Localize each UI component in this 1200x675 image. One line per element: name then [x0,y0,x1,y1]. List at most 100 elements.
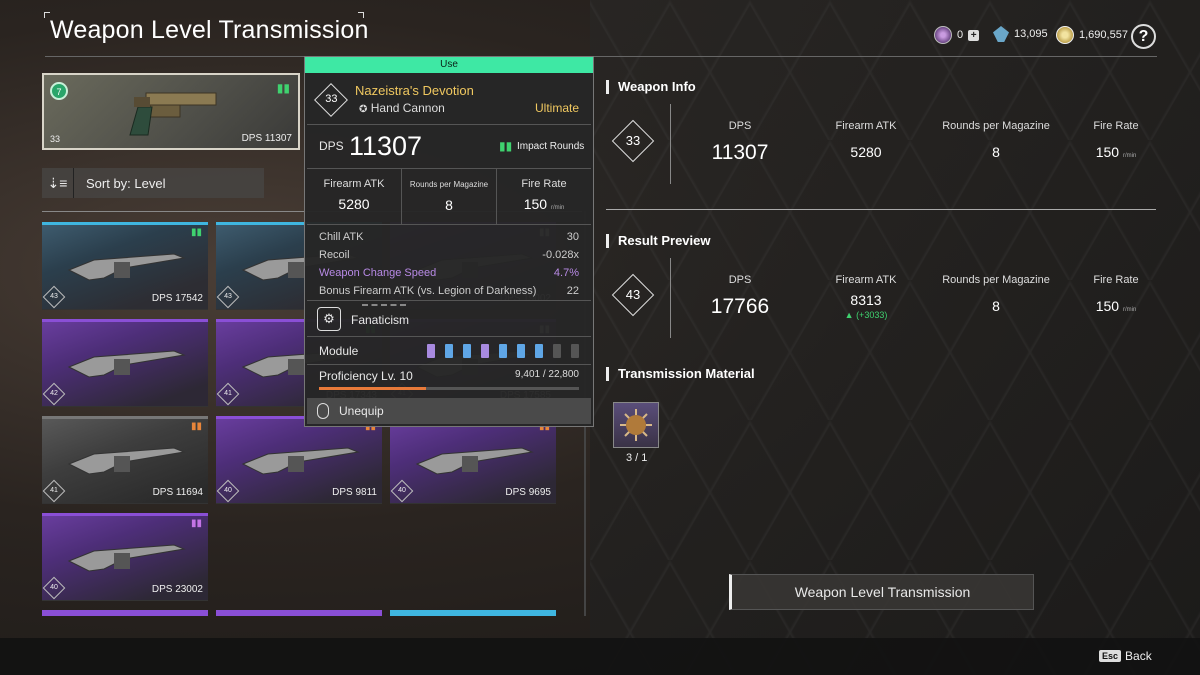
rarity-bar [42,416,208,419]
level-badge: 43 [216,285,240,309]
module-row: Module [307,336,591,364]
result-dps: DPS 17766 [680,274,800,319]
module-slot-icon [481,343,489,358]
sub-stat-value: 22 [566,285,579,297]
card-level: 43 [224,293,232,300]
weapon-level-transmission-button[interactable]: Weapon Level Transmission [729,574,1034,610]
weapon-card[interactable]: ▮▮ 40 DPS 23002 [42,513,208,601]
rarity-bar [42,319,208,322]
rarity-bar [42,222,208,225]
weapon-rarity: Ultimate [534,101,579,115]
sort-label: Sort by: Level [86,175,166,191]
weapon-card-partial[interactable] [216,610,382,616]
proficiency-bar [319,387,579,390]
selected-weapon-card[interactable]: 7 ▮▮ 33 DPS 11307 [42,73,300,150]
weapon-icon [67,447,186,475]
weapon-card[interactable]: ▮▮ 41 DPS 11694 [42,416,208,504]
trait-name: Fanaticism [351,313,410,327]
unequip-label: Unequip [339,404,384,418]
green-ammo-icon: ▮▮ [190,227,202,238]
info-firearm-atk: Firearm ATK 5280 [806,120,926,160]
weapon-info-panel: 33 DPS 11307 Firearm ATK 5280 Rounds per… [606,104,1156,194]
module-slots [417,343,579,358]
info-value: 5280 [850,144,882,160]
weapon-tooltip: Use 33 Nazeistra's Devotion ✪ Hand Canno… [304,56,594,427]
transmission-material-title: Transmission Material [606,367,755,381]
result-preview-title: Result Preview [606,234,711,248]
purple-ammo-icon: ▮▮ [190,518,202,529]
add-icon[interactable]: + [968,29,980,41]
gold-coin-icon [1056,26,1074,44]
ammo-type-label: Impact Rounds [517,141,585,152]
info-value: 11307 [711,141,769,164]
module-slot-icon [535,343,543,358]
weapon-dps: DPS 11307 [242,133,292,144]
info-label: Firearm ATK [835,274,897,286]
weapon-card[interactable]: ▮▮40DPS 9811 [216,416,382,504]
info-label: DPS [728,274,752,286]
purple-token-icon [934,26,952,44]
stat-unit: r/min [550,205,565,211]
level-badge: 42 [42,382,66,406]
fanaticism-icon: ⚙ [317,307,341,331]
hand-cannon-icon [129,92,217,136]
card-dps-value: 23002 [175,584,203,595]
card-dps-value: 17542 [175,293,203,304]
weapon-icon [241,447,360,475]
sub-stats: Chill ATK 30 Recoil -0.028x Weapon Change … [307,225,591,300]
back-button[interactable]: Esc Back [1099,649,1152,663]
result-rounds: Rounds per Magazine 8 [936,274,1056,314]
info-value: 150 [1095,298,1120,314]
back-label: Back [1125,649,1152,663]
card-dps: DPS 9695 [505,487,551,498]
info-rounds: Rounds per Magazine 8 [936,120,1056,160]
card-level: 42 [50,390,58,397]
rarity-bar [42,513,208,516]
stat-value: 8 [445,197,453,213]
module-slot-icon [463,343,471,358]
currency-value: 0 [957,29,964,41]
card-dps: DPS 23002 [151,584,203,595]
module-slot-icon [445,343,453,358]
info-fire-rate: Fire Rate 150 r/min [1056,120,1176,160]
stat-rounds: Rounds per Magazine 8 [402,169,497,224]
trait-row: ⚙ Fanaticism [307,300,591,336]
weapon-card-partial[interactable] [390,610,556,616]
sub-stat-row: Bonus Firearm ATK (vs. Legion of Darknes… [307,282,591,300]
weapon-icon [415,447,534,475]
dps-value: 11307 [349,131,423,161]
help-button[interactable]: ? [1131,24,1156,49]
info-unit: r/min [1122,307,1137,313]
material-slot[interactable] [613,402,659,448]
info-value: 17766 [710,295,770,318]
proficiency-label: Proficiency Lv. 10 [319,369,413,383]
level-diamond: 43 [611,273,655,317]
currency-value: 1,690,557 [1079,29,1128,41]
use-button[interactable]: Use [305,57,593,73]
proficiency-value: 9,401 / 22,800 [515,369,579,380]
tooltip-header: 33 Nazeistra's Devotion ✪ Hand Cannon Ul… [307,75,591,125]
weapon-card[interactable]: 42 [42,319,208,407]
info-label: DPS [728,120,752,132]
vertical-divider [670,258,671,338]
dps-label: DPS [241,133,263,144]
sub-stat-label: Recoil [319,249,350,261]
spiked-orb-icon [620,409,652,441]
weapon-card-partial[interactable] [42,610,208,616]
sub-stat-value: 30 [566,231,579,243]
sort-dropdown[interactable]: ⇣≡ Sort by: Level [42,168,264,198]
level-badge: 40 [390,479,414,503]
unequip-button[interactable]: Unequip [307,398,591,424]
card-level: 43 [50,293,58,300]
card-dps: DPS 17542 [151,293,203,304]
card-dps: DPS 9811 [332,487,377,498]
module-slot-icon [517,343,525,358]
sub-stat-label: Chill ATK [319,231,364,243]
dps-row: DPS 11307 ▮▮ Impact Rounds [307,125,591,169]
weapon-card[interactable]: ▮▮40DPS 9695 [390,416,556,504]
level-badge: 40 [216,479,240,503]
card-level: 40 [224,487,232,494]
weapon-card[interactable]: ▮▮ 43 DPS 17542 [42,222,208,310]
proficiency-row: Proficiency Lv. 10 9,401 / 22,800 [307,364,591,398]
module-slot-icon [553,343,561,358]
